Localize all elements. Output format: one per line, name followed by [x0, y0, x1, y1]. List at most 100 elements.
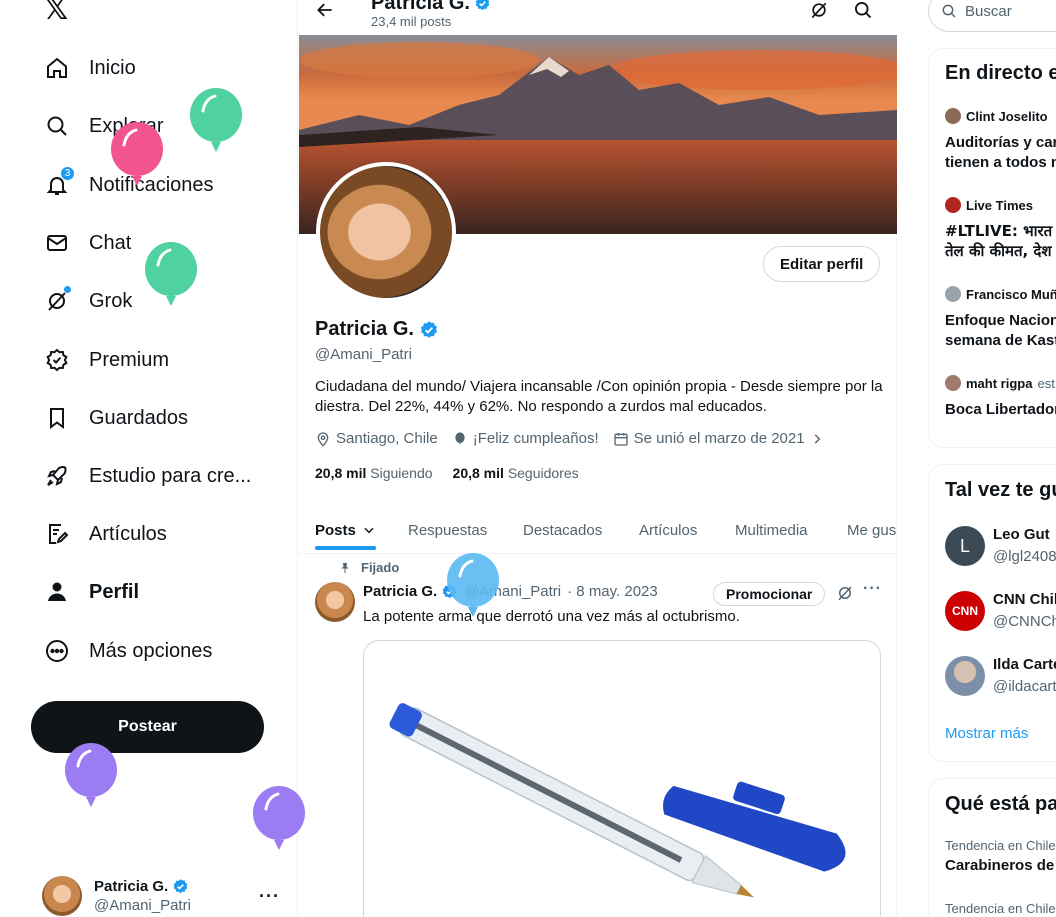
- suggestion-name[interactable]: CNN Chil: [993, 591, 1056, 608]
- grok-icon[interactable]: [809, 0, 829, 25]
- x-logo-icon[interactable]: 𝕏: [44, 0, 68, 26]
- avatar[interactable]: CNN: [945, 591, 985, 631]
- suggestion-handle: @ildacart: [993, 678, 1056, 695]
- person-icon: [44, 579, 70, 605]
- trend-item[interactable]: Carabineros de: [945, 857, 1054, 874]
- suggestion-name[interactable]: Leo Gut: [993, 526, 1050, 543]
- live-item-text[interactable]: Auditorías y car: [945, 133, 1056, 153]
- suggestion-handle: @CNNCh: [993, 613, 1056, 630]
- balloon-icon: [455, 431, 465, 445]
- more-circle-icon: [44, 638, 70, 664]
- trend-context: Tendencia en Chile: [945, 901, 1056, 916]
- nav-item-more[interactable]: Más opciones: [30, 627, 226, 675]
- back-arrow-icon[interactable]: [315, 0, 335, 26]
- chevron-down-icon: [364, 527, 374, 534]
- nav-item-home[interactable]: Inicio: [30, 44, 150, 92]
- article-icon: [44, 521, 70, 547]
- tab-replies[interactable]: Respuestas: [408, 506, 487, 554]
- trend-context: Tendencia en Chile: [945, 838, 1056, 853]
- live-item-text[interactable]: तेल की कीमत, देश: [945, 241, 1052, 261]
- live-item-user[interactable]: maht rigpa est: [945, 375, 1055, 391]
- live-item-text[interactable]: Enfoque Nacion: [945, 311, 1056, 331]
- profile-tabs: Posts Respuestas Destacados Artículos Mu…: [299, 506, 897, 554]
- live-item-user[interactable]: Francisco Muñ: [945, 286, 1056, 302]
- avatar[interactable]: [945, 656, 985, 696]
- tweet-header: Patricia G. @Amani_Patri · 8 may. 2023: [363, 583, 658, 600]
- search-input[interactable]: Buscar: [965, 3, 1012, 20]
- search-bar[interactable]: Buscar: [928, 0, 1056, 32]
- avatar[interactable]: L: [945, 526, 985, 566]
- profile-bio: Ciudadana del mundo/ Viajera incansable …: [315, 378, 883, 415]
- active-tab-indicator: [315, 546, 376, 550]
- nav-item-creator-studio[interactable]: Estudio para cre...: [30, 452, 265, 500]
- right-sidebar: Buscar En directo e Clint Joselito Audit…: [898, 0, 1056, 917]
- live-item-text[interactable]: semana de Kast: [945, 331, 1056, 351]
- nav-item-chat[interactable]: Chat: [30, 219, 145, 267]
- mail-icon: [44, 230, 70, 256]
- trends-title: Qué está pa: [945, 793, 1056, 815]
- birthday-balloon-decoration: [145, 242, 197, 306]
- profile-avatar[interactable]: [316, 162, 456, 302]
- account-handle: @Amani_Patri: [94, 897, 191, 914]
- tab-articles[interactable]: Artículos: [639, 506, 697, 554]
- live-item-text[interactable]: Boca Libertador: [945, 400, 1056, 420]
- nav-label: Grok: [89, 289, 133, 312]
- tweet-author[interactable]: Patricia G.: [363, 583, 437, 600]
- search-icon[interactable]: [853, 0, 873, 25]
- nav-item-bookmarks[interactable]: Guardados: [30, 394, 202, 442]
- nav-item-grok[interactable]: Grok: [30, 277, 146, 325]
- followers-link[interactable]: 20,8 mil Seguidores: [453, 465, 579, 481]
- calendar-icon: [613, 432, 628, 446]
- profile-column: Patricia G. 23,4 mil posts Editar perfil…: [299, 0, 897, 917]
- nav-item-premium[interactable]: Premium: [30, 336, 183, 384]
- tweet-image[interactable]: [363, 640, 881, 917]
- edit-profile-button[interactable]: Editar perfil: [763, 246, 881, 282]
- nav-label: Perfil: [89, 580, 140, 603]
- live-item-text[interactable]: #LTLIVE: भारत मे: [945, 221, 1056, 241]
- birthday-balloon-decoration: [190, 88, 242, 152]
- tab-highlights[interactable]: Destacados: [523, 506, 602, 554]
- promote-button[interactable]: Promocionar: [713, 582, 826, 606]
- verified-badge-icon[interactable]: [419, 320, 439, 340]
- tweet-text: La potente arma que derrotó una vez más …: [363, 608, 740, 625]
- posts-count: 23,4 mil posts: [371, 14, 452, 29]
- suggestions-card: Tal vez te gu L Leo Gut @lgl2408 CNN CNN…: [928, 464, 1056, 762]
- trends-card: Qué está pa Tendencia en Chile Carabiner…: [928, 778, 1056, 917]
- grok-icon[interactable]: [836, 584, 854, 607]
- live-card: En directo e Clint Joselito Auditorías y…: [928, 48, 1056, 448]
- search-icon: [942, 4, 956, 18]
- birthday-balloon-decoration: [253, 786, 305, 850]
- birthday-balloon-decoration: [111, 122, 163, 186]
- live-title: En directo e: [945, 62, 1056, 84]
- profile-birthday: ¡Feliz cumpleaños!: [472, 430, 599, 447]
- avatar: [945, 286, 961, 302]
- live-item-user[interactable]: Live Times: [945, 197, 1033, 213]
- avatar[interactable]: [315, 582, 355, 622]
- tab-media[interactable]: Multimedia: [735, 506, 808, 554]
- premium-icon: [44, 347, 70, 373]
- tweet-more-icon[interactable]: ···: [863, 580, 882, 598]
- birthday-balloon-decoration: [447, 553, 499, 617]
- nav-item-profile[interactable]: Perfil: [30, 568, 153, 616]
- search-icon: [44, 113, 70, 139]
- location-icon: [317, 431, 329, 447]
- live-item-text[interactable]: tienen a todos n: [945, 153, 1056, 173]
- tweet-date[interactable]: · 8 may. 2023: [567, 583, 658, 600]
- nav-label: Guardados: [89, 406, 188, 429]
- chevron-right-icon[interactable]: [810, 432, 824, 446]
- grok-icon: [44, 286, 71, 314]
- pin-icon: [341, 562, 349, 573]
- account-switcher[interactable]: Patricia G. @Amani_Patri: [42, 876, 191, 916]
- profile-handle: @Amani_Patri: [315, 346, 412, 363]
- profile-joined: Se unió el marzo de 2021: [633, 430, 805, 447]
- account-more-icon[interactable]: ···: [259, 886, 280, 907]
- nav-item-articles[interactable]: Artículos: [30, 510, 181, 558]
- tab-likes[interactable]: Me gus: [847, 506, 896, 554]
- suggestion-name[interactable]: Ilda Carte: [993, 656, 1056, 673]
- follow-stats: 20,8 mil Siguiendo 20,8 mil Seguidores: [315, 465, 579, 481]
- avatar: [945, 108, 961, 124]
- nav-label: Más opciones: [89, 639, 213, 662]
- following-link[interactable]: 20,8 mil Siguiendo: [315, 465, 433, 481]
- live-item-user[interactable]: Clint Joselito: [945, 108, 1048, 124]
- show-more-link[interactable]: Mostrar más: [945, 725, 1028, 742]
